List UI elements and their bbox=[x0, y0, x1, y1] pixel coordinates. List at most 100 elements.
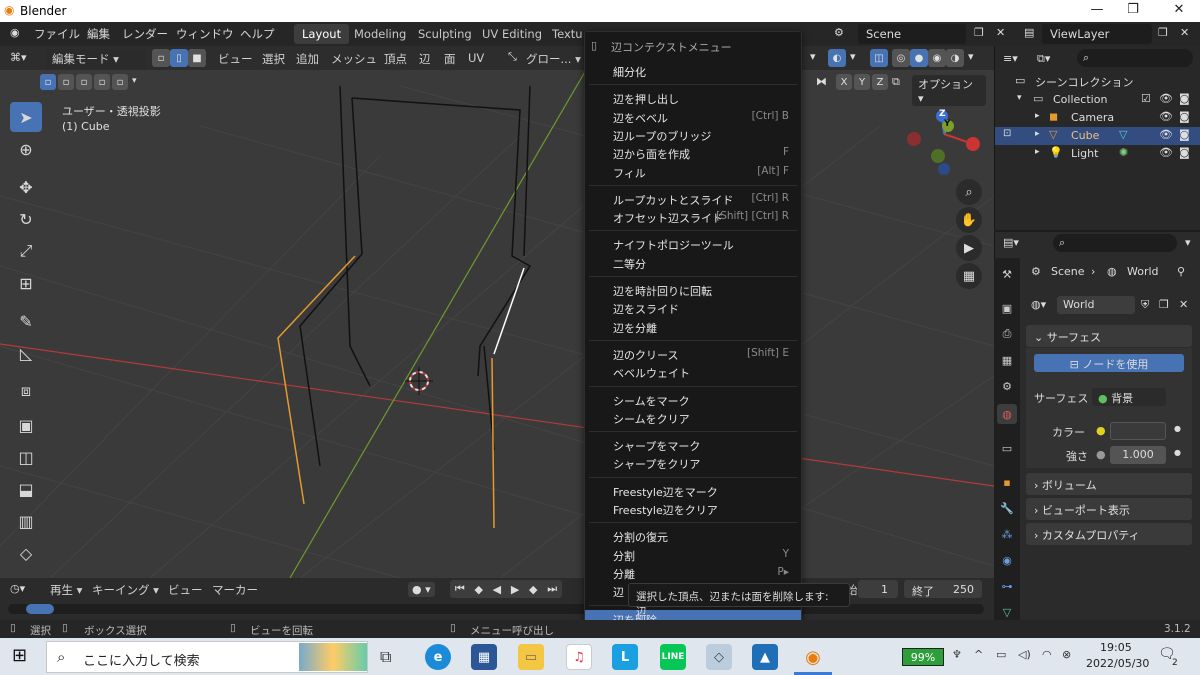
shading-dropdown-icon[interactable]: ▾ bbox=[968, 50, 974, 63]
view-layer-tab-icon[interactable]: ▦ bbox=[997, 350, 1017, 370]
color-keyframe-dot[interactable]: ● bbox=[1174, 424, 1181, 433]
camera-render-icon[interactable]: ◙ bbox=[1179, 92, 1190, 105]
frame-start-field[interactable]: 1 bbox=[858, 580, 898, 598]
pan-hand-icon[interactable]: ✋ bbox=[956, 207, 982, 233]
menu-item-separate[interactable]: 分離 P▸ bbox=[585, 564, 801, 582]
menu-item-mark-seam[interactable]: シームをマーク bbox=[585, 391, 801, 409]
menu-item-extrude-edges[interactable]: 辺を押し出し bbox=[585, 89, 801, 107]
battery-tray-icon[interactable]: ▭ bbox=[996, 648, 1006, 661]
menu-view[interactable]: ビュー bbox=[218, 51, 253, 67]
constraints-tab-icon[interactable]: ⊶ bbox=[997, 576, 1017, 596]
eye-icon[interactable]: 👁 bbox=[1159, 92, 1173, 105]
outliner-filter-mode-icon[interactable]: ⧉▾ bbox=[1037, 52, 1050, 66]
menu-edit[interactable]: 編集 bbox=[87, 26, 110, 42]
perspective-toggle-icon[interactable]: ▦ bbox=[956, 263, 982, 289]
editor-type-icon[interactable]: ⌘▾ bbox=[10, 51, 27, 64]
menu-item-bevel-weight[interactable]: ベベルウェイト bbox=[585, 363, 801, 381]
custom-properties-panel-header[interactable]: › カスタムプロパティ bbox=[1026, 523, 1192, 545]
edge-select-icon[interactable]: ▯ bbox=[170, 49, 188, 67]
outliner-row-cube[interactable]: ⊡ ▸ ▽ Cube ▽ 👁 ◙ bbox=[995, 127, 1200, 145]
cursor-tool-icon[interactable]: ⊕ bbox=[10, 134, 42, 164]
tab-uv-editing[interactable]: UV Editing bbox=[474, 24, 550, 44]
windows-start-icon[interactable]: ⊞ bbox=[12, 645, 27, 666]
annotate-tool-icon[interactable]: ✎ bbox=[10, 306, 42, 336]
mode-dropdown[interactable]: 編集モード ▾ bbox=[46, 49, 146, 69]
select-intersect-icon[interactable]: ▫ bbox=[112, 74, 128, 90]
select-box-tool-icon[interactable]: ➤ bbox=[10, 102, 42, 132]
menu-item-bevel-edges[interactable]: 辺をベベル [Ctrl] B bbox=[585, 108, 801, 126]
scale-tool-icon[interactable]: ⤢ bbox=[10, 236, 42, 266]
duplicate-world-icon[interactable]: ❐ bbox=[1159, 298, 1169, 311]
menu-item-edge-crease[interactable]: 辺のクリース [Shift] E bbox=[585, 345, 801, 363]
data-tab-icon[interactable]: ▽ bbox=[997, 602, 1017, 622]
use-nodes-button[interactable]: ⊟ ノードを使用 bbox=[1034, 354, 1184, 372]
collection-tab-icon[interactable]: ▭ bbox=[997, 438, 1017, 458]
surface-shader-field[interactable]: ● 背景 bbox=[1092, 388, 1166, 406]
new-viewlayer-icon[interactable]: ❐ bbox=[1158, 26, 1168, 39]
line-app-icon[interactable]: LINE bbox=[660, 644, 686, 670]
scene-field[interactable]: Scene bbox=[858, 24, 966, 44]
tab-layout[interactable]: Layout bbox=[294, 24, 350, 44]
timeline-menu-view[interactable]: ビュー bbox=[168, 582, 203, 598]
menu-item-loop-cut-slide[interactable]: ループカットとスライド [Ctrl] R bbox=[585, 190, 801, 208]
expand-arrow-icon[interactable]: ▸ bbox=[1035, 147, 1040, 157]
minimize-button[interactable]: — bbox=[1082, 2, 1112, 17]
menu-window[interactable]: ウィンドウ bbox=[176, 26, 234, 42]
dropdown-arrow-icon[interactable]: ▾ bbox=[810, 50, 816, 63]
close-button[interactable]: ✕ bbox=[1164, 2, 1194, 17]
menu-vertex[interactable]: 頂点 bbox=[384, 51, 407, 67]
menu-edge[interactable]: 辺 bbox=[419, 51, 431, 67]
output-tab-icon[interactable]: ⎙ bbox=[997, 324, 1017, 344]
overlay-dropdown-icon[interactable]: ▾ bbox=[850, 50, 856, 63]
menu-item-un-subdivide[interactable]: 分割の復元 bbox=[585, 527, 801, 545]
menu-item-clear-freestyle-edge[interactable]: Freestyle辺をクリア bbox=[585, 500, 801, 518]
move-tool-icon[interactable]: ✥ bbox=[10, 172, 42, 202]
strength-field[interactable]: 1.000 bbox=[1110, 446, 1166, 464]
current-frame-indicator[interactable] bbox=[26, 604, 54, 614]
camera-view-icon[interactable]: ▶ bbox=[956, 235, 982, 261]
transform-orientation-icon[interactable]: ⤡ bbox=[508, 50, 517, 64]
transform-orientation-dropdown[interactable]: グロー... ▾ bbox=[526, 51, 581, 67]
menu-item-knife-topology[interactable]: ナイフトポロジーツール bbox=[585, 235, 801, 253]
eye-icon[interactable]: 👁 bbox=[1159, 146, 1173, 159]
menu-item-clear-sharp[interactable]: シャープをクリア bbox=[585, 454, 801, 472]
menu-help[interactable]: ヘルプ bbox=[240, 26, 275, 42]
fake-user-icon[interactable]: ⛨ bbox=[1141, 298, 1149, 312]
zoom-icon[interactable]: ⌕ bbox=[956, 179, 982, 205]
eraser-app-icon[interactable]: ◇ bbox=[706, 644, 732, 670]
eye-icon[interactable]: 👁 bbox=[1159, 128, 1173, 141]
breadcrumb-scene[interactable]: Scene bbox=[1051, 265, 1085, 278]
menu-item-mark-sharp[interactable]: シャープをマーク bbox=[585, 436, 801, 454]
pen-icon[interactable]: ♆ bbox=[952, 648, 962, 661]
scene-tab-icon[interactable]: ⚙ bbox=[997, 376, 1017, 396]
prev-keyframe-icon[interactable]: ◆ bbox=[474, 583, 482, 596]
tab-modeling[interactable]: Modeling bbox=[346, 24, 414, 44]
menu-render[interactable]: レンダー bbox=[122, 26, 168, 42]
delete-viewlayer-icon[interactable]: ✕ bbox=[1180, 26, 1189, 39]
menu-item-split-edges[interactable]: 辺を分離 bbox=[585, 318, 801, 336]
overlay-icon[interactable]: ◐ bbox=[828, 49, 846, 67]
tool-tab-icon[interactable]: ⚒ bbox=[997, 264, 1017, 284]
menu-item-bridge-edge-loops[interactable]: 辺ループのブリッジ bbox=[585, 126, 801, 144]
unlink-world-icon[interactable]: ✕ bbox=[1179, 298, 1188, 311]
itunes-icon[interactable]: ♫ bbox=[566, 644, 592, 670]
object-tab-icon[interactable]: ▪ bbox=[997, 472, 1017, 492]
extrude-tool-icon[interactable]: ▣ bbox=[10, 410, 42, 440]
add-cube-tool-icon[interactable]: ⧈ bbox=[10, 376, 42, 406]
menu-select[interactable]: 選択 bbox=[262, 51, 285, 67]
outliner-scene-collection[interactable]: ▭ シーンコレクション bbox=[995, 72, 1200, 90]
expand-arrow-icon[interactable]: ▸ bbox=[1035, 129, 1040, 139]
edge-browser-icon[interactable]: e bbox=[425, 644, 451, 670]
outliner-row-camera[interactable]: ▸ ◼ Camera 👁 ◙ bbox=[995, 109, 1200, 127]
menu-face[interactable]: 面 bbox=[444, 51, 456, 67]
taskbar-date[interactable]: 2022/05/30 bbox=[1086, 657, 1149, 670]
expand-arrow-icon[interactable]: ▾ bbox=[1017, 93, 1022, 103]
world-tab-icon[interactable]: ◍ bbox=[997, 404, 1017, 424]
edit-mode-icon[interactable]: ⊡ bbox=[1003, 128, 1011, 139]
breadcrumb-world[interactable]: World bbox=[1127, 265, 1159, 278]
transform-tool-icon[interactable]: ⊞ bbox=[10, 268, 42, 298]
wireframe-shading-icon[interactable]: ◎ bbox=[892, 49, 910, 67]
viewport-display-panel-header[interactable]: › ビューポート表示 bbox=[1026, 498, 1192, 520]
blender-taskbar-icon[interactable]: ◉ bbox=[800, 644, 826, 670]
properties-search-input[interactable]: ⌕ bbox=[1053, 234, 1177, 252]
